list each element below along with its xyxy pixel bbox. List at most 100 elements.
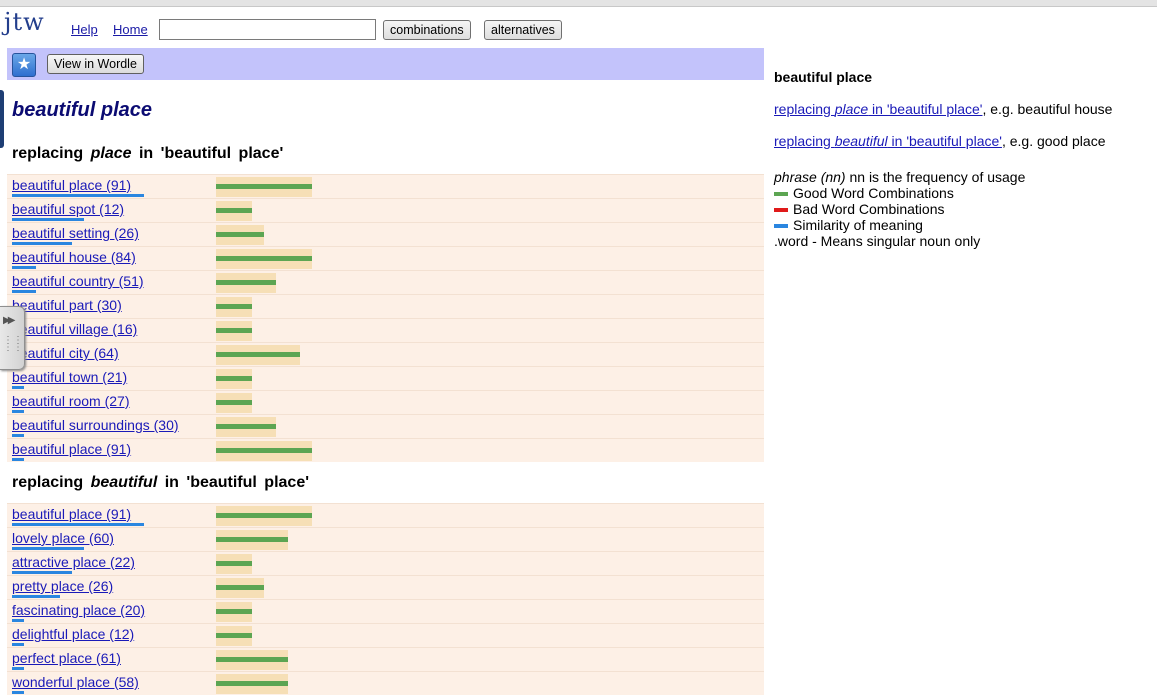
replacing-place-link[interactable]: replacing place in 'beautiful place' [774,101,982,117]
combination-link[interactable]: attractive place (22) [12,554,135,570]
list-item: beautiful room (27) [7,390,764,414]
combination-link[interactable]: beautiful city (64) [12,345,119,361]
list-item: beautiful house (84) [7,246,764,270]
list-item: beautiful place (91) [7,174,764,198]
section-heading-replacing-beautiful: replacing beautiful in 'beautiful place' [12,474,310,491]
similarity-swatch-icon [774,224,788,229]
browser-top-edge [0,0,1157,7]
similarity-bar [12,571,72,574]
results-list-replacing-beautiful: beautiful place (91) lovely place (60) att… [7,503,764,695]
good-combination-bar [216,208,252,213]
legend-similarity: Similarity of meaning [774,217,1025,233]
combination-link[interactable]: beautiful place (91) [12,506,131,522]
list-item: beautiful setting (26) [7,222,764,246]
list-item: beautiful country (51) [7,270,764,294]
combination-link[interactable]: beautiful surroundings (30) [12,417,179,433]
list-item: beautiful city (64) [7,342,764,366]
combination-link[interactable]: perfect place (61) [12,650,121,666]
good-combination-bar [216,609,252,614]
combinations-button[interactable]: combinations [383,20,471,40]
similarity-bar [12,434,24,437]
results-list-replacing-place: beautiful place (91) beautiful spot (12) b… [7,174,764,462]
grip-dots-icon: ⋮⋮ ⋮⋮ [3,335,23,353]
section-heading-replacing-place: replacing place in 'beautiful place' [12,145,284,162]
good-combination-bar [216,537,288,542]
combination-link[interactable]: delightful place (12) [12,626,134,642]
good-combination-bar [216,448,312,453]
combination-link[interactable]: beautiful village (16) [12,321,137,337]
wordle-toolbar: ★ View in Wordle [7,48,764,80]
similarity-bar [12,410,24,413]
list-item: beautiful part (30) [7,294,764,318]
good-combination-bar [216,352,300,357]
list-item: beautiful spot (12) [7,198,764,222]
good-swatch-icon [774,192,788,197]
similarity-bar [12,386,24,389]
help-link[interactable]: Help [71,22,98,37]
combination-link[interactable]: pretty place (26) [12,578,113,594]
similarity-bar [12,218,84,221]
similarity-bar [12,547,84,550]
list-item: beautiful village (16) [7,318,764,342]
good-combination-bar [216,424,276,429]
star-icon[interactable]: ★ [12,53,36,77]
good-combination-bar [216,232,264,237]
combination-link[interactable]: beautiful town (21) [12,369,127,385]
good-combination-bar [216,376,252,381]
list-item: attractive place (22) [7,551,764,575]
legend: phrase (nn) nn is the frequency of usage… [774,169,1025,249]
good-combination-bar [216,681,288,686]
legend-word: .word - Means singular noun only [774,233,981,249]
good-combination-bar [216,280,276,285]
similarity-bar [12,643,24,646]
bad-swatch-icon [774,208,788,213]
good-combination-bar [216,585,264,590]
combination-link[interactable]: beautiful room (27) [12,393,130,409]
list-item: wonderful place (58) [7,671,764,695]
combination-link[interactable]: beautiful place (91) [12,177,131,193]
list-item: beautiful town (21) [7,366,764,390]
list-item: beautiful place (91) [7,503,764,527]
good-combination-bar [216,184,312,189]
combination-link[interactable]: fascinating place (20) [12,602,145,618]
similarity-bar [12,290,36,293]
combination-link[interactable]: beautiful part (30) [12,297,122,313]
good-combination-bar [216,304,252,309]
right-panel-link-row-2: replacing beautiful in 'beautiful place'… [774,133,1106,149]
home-link[interactable]: Home [113,22,148,37]
similarity-bar [12,691,24,694]
alternatives-button[interactable]: alternatives [484,20,562,40]
legend-phrase: phrase (nn) nn is the frequency of usage [774,169,1026,185]
right-panel-link-row-1: replacing place in 'beautiful place', e.… [774,101,1113,117]
list-item: beautiful surroundings (30) [7,414,764,438]
combination-link[interactable]: beautiful house (84) [12,249,136,265]
list-item: fascinating place (20) [7,599,764,623]
legend-good: Good Word Combinations [774,185,1025,201]
jtw-logo[interactable]: jtw [4,8,45,36]
view-in-wordle-button[interactable]: View in Wordle [47,54,144,74]
list-item: delightful place (12) [7,623,764,647]
combination-link[interactable]: beautiful spot (12) [12,201,124,217]
side-tab-handle[interactable] [0,90,4,148]
combination-link[interactable]: beautiful country (51) [12,273,144,289]
list-item: beautiful place (91) [7,438,764,462]
combination-link[interactable]: beautiful setting (26) [12,225,139,241]
collapsed-side-widget[interactable]: ▶▶ ⋮⋮ ⋮⋮ [0,306,25,370]
good-combination-bar [216,561,252,566]
list-item: perfect place (61) [7,647,764,671]
list-item: lovely place (60) [7,527,764,551]
legend-bad: Bad Word Combinations [774,201,1025,217]
search-input[interactable] [159,19,376,40]
combination-link[interactable]: beautiful place (91) [12,441,131,457]
replacing-beautiful-link[interactable]: replacing beautiful in 'beautiful place' [774,133,1002,149]
combination-link[interactable]: lovely place (60) [12,530,114,546]
similarity-bar [12,242,72,245]
list-item: pretty place (26) [7,575,764,599]
similarity-bar [12,194,144,197]
good-combination-bar [216,657,288,662]
expand-arrows-icon[interactable]: ▶▶ [3,315,16,326]
similarity-bar [12,619,24,622]
similarity-bar [12,458,24,461]
similarity-bar [12,266,36,269]
combination-link[interactable]: wonderful place (58) [12,674,139,690]
